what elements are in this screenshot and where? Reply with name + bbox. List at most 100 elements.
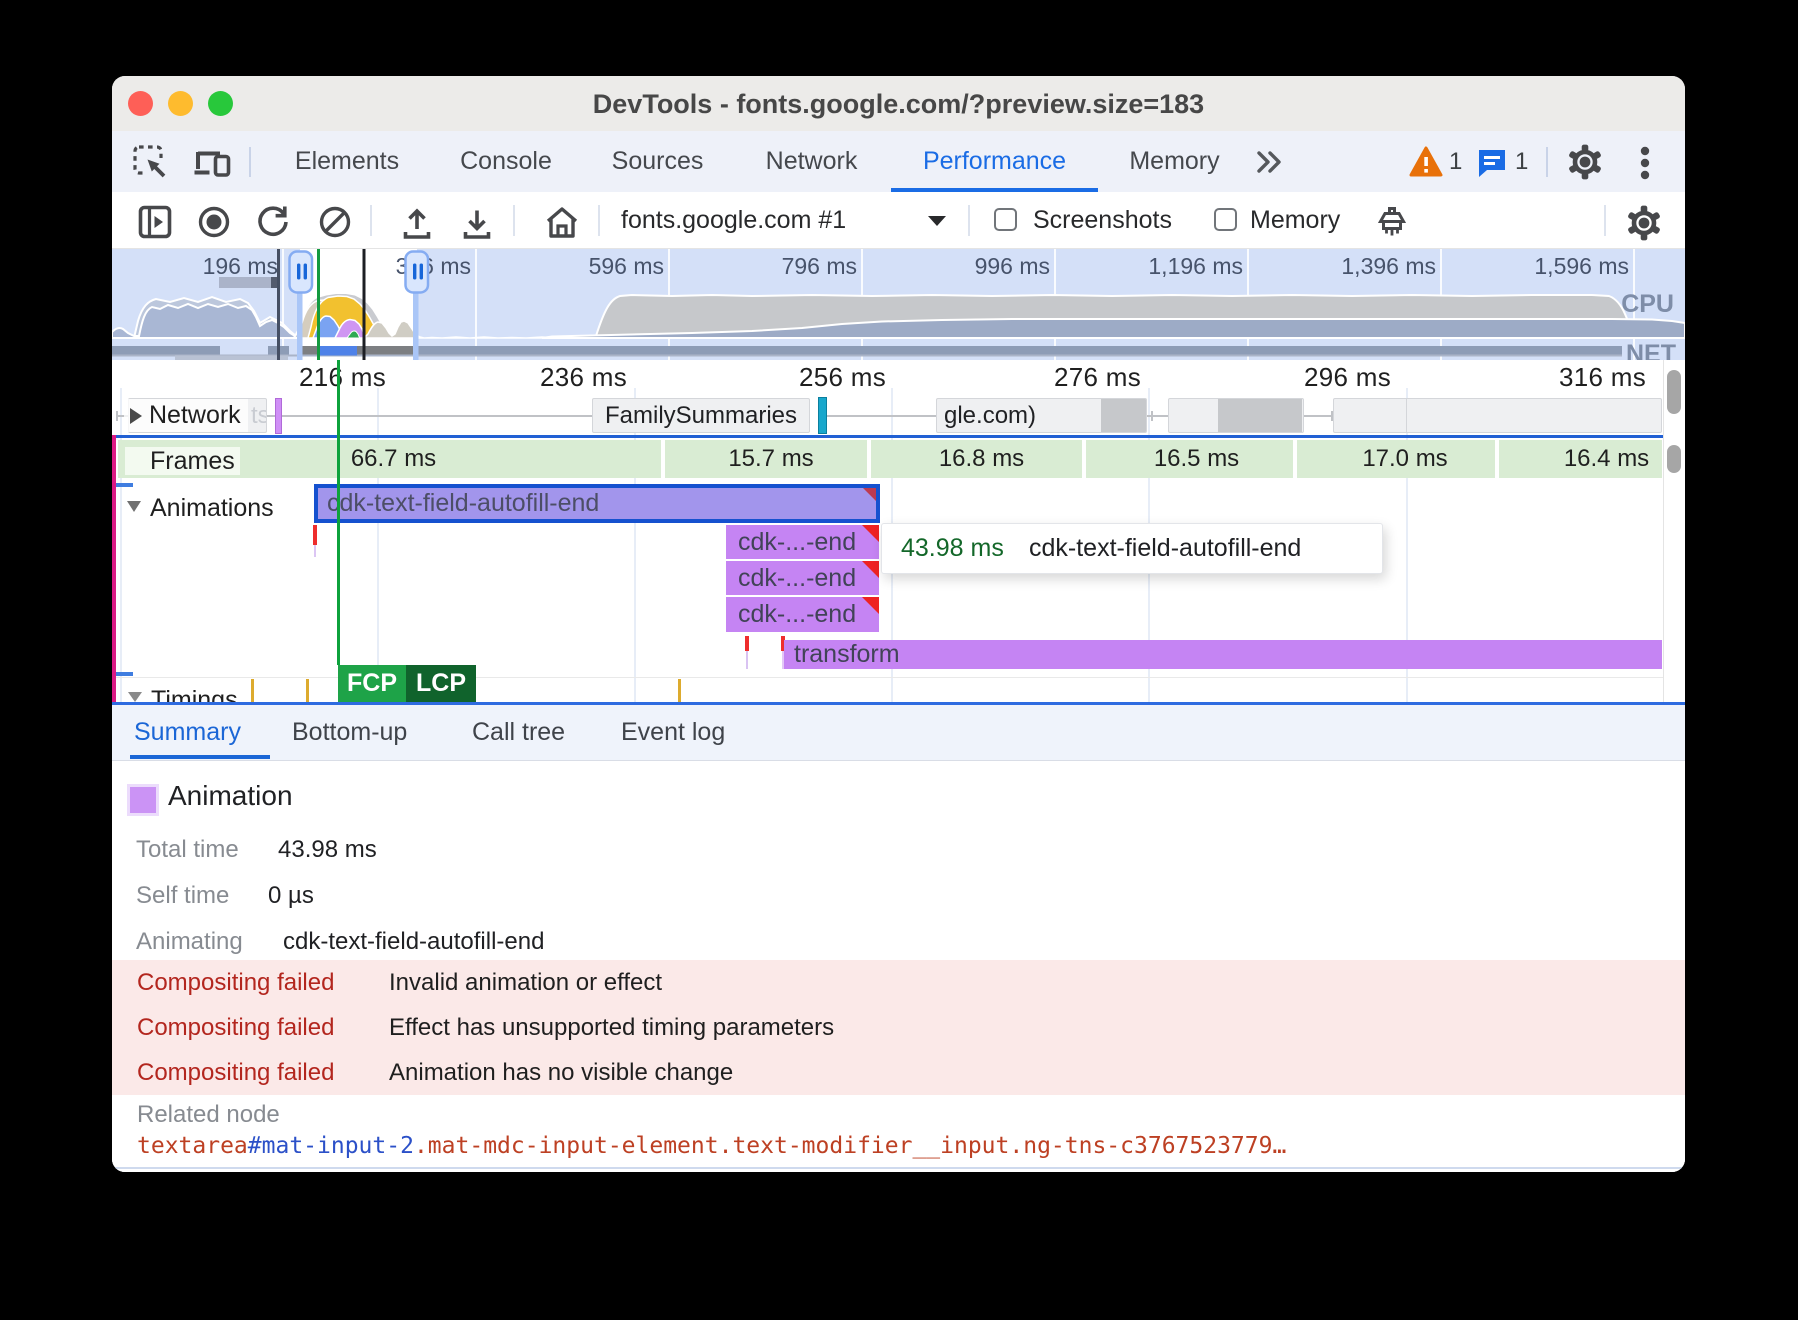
tab-call-tree[interactable]: Call tree: [472, 705, 565, 758]
animation-bar-selected[interactable]: cdk-text-field-autofill-end: [314, 484, 880, 523]
related-node-label: Related node: [137, 1101, 280, 1129]
animations-track-title[interactable]: Animations: [150, 494, 274, 523]
scrollbar-gutter-border: [1663, 360, 1664, 702]
warning-label: Compositing failed: [137, 1005, 334, 1050]
clear-icon[interactable]: [318, 205, 352, 244]
ruler-tick-label: 276 ms: [1011, 362, 1141, 393]
navigation-marker-line: [112, 435, 116, 702]
node-tag: textarea: [137, 1133, 248, 1159]
timeline-ruler: 216 ms 236 ms 256 ms 276 ms 296 ms 316 m…: [112, 360, 1663, 396]
toggle-sidebar-icon[interactable]: [138, 205, 172, 244]
track-collapse-arrow-icon[interactable]: [127, 406, 144, 431]
tooltip-duration: 43.98 ms: [901, 534, 1004, 563]
record-icon[interactable]: [197, 205, 231, 244]
animation-bar[interactable]: cdk-...-end: [726, 597, 879, 632]
home-icon[interactable]: [543, 205, 581, 246]
summary-heading: Animation: [168, 780, 293, 812]
tab-performance[interactable]: Performance: [891, 131, 1098, 192]
tab-event-log[interactable]: Event log: [621, 705, 725, 758]
request-tick-cyan: [818, 397, 827, 434]
warning-label: Compositing failed: [137, 960, 334, 1005]
warning-label: Compositing failed: [137, 1050, 334, 1095]
dropdown-arrow-icon[interactable]: [926, 214, 948, 233]
memory-checkbox[interactable]: [1214, 208, 1237, 231]
reload-icon[interactable]: [255, 205, 291, 244]
network-request-bar[interactable]: [1333, 398, 1662, 433]
network-track-title[interactable]: Network: [149, 401, 241, 430]
ruler-tick-label: 296 ms: [1261, 362, 1391, 393]
timeline-overview[interactable]: 196 ms 396 ms 596 ms 796 ms 996 ms 1,196…: [112, 249, 1685, 360]
divider: [1604, 205, 1606, 236]
warning-description: Animation has no visible change: [389, 1050, 733, 1095]
devtools-tab-bar: Elements Console Sources Network Perform…: [112, 131, 1685, 192]
tab-network[interactable]: Network: [757, 131, 866, 192]
tab-memory[interactable]: Memory: [1120, 131, 1229, 192]
window-bottom-edge: [112, 1167, 1685, 1169]
screenshots-label[interactable]: Screenshots: [1033, 192, 1172, 248]
summary-row-label: Self time: [136, 882, 229, 910]
related-node-link[interactable]: textarea#mat-input-2.mat-mdc-input-eleme…: [137, 1133, 1286, 1159]
message-icon[interactable]: [1476, 147, 1508, 184]
animation-bar[interactable]: cdk-...-end: [726, 525, 879, 559]
animation-event-stem: [746, 651, 748, 669]
divider: [1546, 147, 1548, 177]
node-id: #mat-input-2: [248, 1133, 414, 1159]
tab-bottom-up[interactable]: Bottom-up: [292, 705, 407, 758]
divider: [968, 205, 970, 236]
animation-event-tick: [745, 636, 749, 651]
tab-summary[interactable]: Summary: [134, 705, 241, 758]
frame-cell[interactable]: 16.4 ms: [1499, 440, 1662, 478]
frame-cell[interactable]: 16.5 ms: [1086, 440, 1293, 478]
divider: [370, 205, 372, 236]
timestamp-tick: [678, 679, 681, 702]
compositing-failed-corner: [863, 488, 876, 501]
more-tabs-icon[interactable]: [1253, 147, 1287, 182]
warning-description: Effect has unsupported timing parameters: [389, 1005, 834, 1050]
tooltip-name: cdk-text-field-autofill-end: [1029, 534, 1301, 563]
message-count: 1: [1515, 131, 1528, 192]
network-request-bar[interactable]: [1168, 398, 1304, 433]
animation-event-stem: [314, 545, 316, 557]
scrollbar-thumb[interactable]: [1667, 370, 1681, 414]
network-request-bar[interactable]: FamilySummaries: [592, 398, 810, 433]
node-classes: .mat-mdc-input-element.text-modifier__in…: [414, 1133, 1286, 1159]
memory-label[interactable]: Memory: [1250, 192, 1340, 248]
tab-sources[interactable]: Sources: [604, 131, 711, 192]
settings-gear-icon[interactable]: [1567, 144, 1603, 185]
kebab-menu-icon[interactable]: [1638, 146, 1652, 185]
garbage-collect-icon[interactable]: [1374, 205, 1410, 246]
network-track: ts Network FamilySummaries gle.com): [112, 396, 1663, 435]
ruler-tick-label: 316 ms: [1516, 362, 1646, 393]
animation-bar-transform[interactable]: transform: [784, 640, 1662, 669]
capture-settings-gear-icon[interactable]: [1626, 205, 1662, 246]
request-download-segment: [1218, 398, 1302, 433]
warning-count: 1: [1449, 131, 1462, 192]
screenshots-checkbox[interactable]: [994, 208, 1017, 231]
track-splitter[interactable]: [112, 435, 1663, 438]
selection-handles[interactable]: [112, 249, 1685, 360]
device-toolbar-icon[interactable]: [192, 144, 232, 187]
animation-color-swatch: [130, 787, 156, 813]
summary-view: Animation Total time 43.98 ms Self time …: [112, 760, 1685, 1172]
upload-icon[interactable]: [398, 205, 436, 246]
scrollbar-thumb[interactable]: [1667, 445, 1681, 473]
inspect-icon[interactable]: [132, 144, 170, 187]
warning-icon[interactable]: [1409, 146, 1443, 183]
frame-cell[interactable]: 16.8 ms: [871, 440, 1082, 478]
download-icon[interactable]: [458, 205, 496, 246]
network-request-bar[interactable]: gle.com): [936, 398, 1147, 433]
timestamp-tick: [251, 679, 254, 702]
frames-track-title[interactable]: Frames: [150, 447, 235, 476]
target-selector[interactable]: fonts.google.com #1: [621, 192, 846, 248]
animation-bar[interactable]: cdk-...-end: [726, 561, 879, 595]
tab-elements[interactable]: Elements: [288, 131, 406, 192]
window-title: DevTools - fonts.google.com/?preview.siz…: [112, 76, 1685, 131]
warning-description: Invalid animation or effect: [389, 960, 662, 1005]
fcp-marker-badge[interactable]: FCP: [338, 665, 406, 702]
lcp-marker-badge[interactable]: LCP: [406, 665, 476, 702]
frame-cell[interactable]: 17.0 ms: [1297, 440, 1495, 478]
frame-cell[interactable]: 15.7 ms: [665, 440, 867, 478]
tab-console[interactable]: Console: [450, 131, 562, 192]
track-expand-arrow-icon[interactable]: [126, 499, 142, 518]
devtools-window: DevTools - fonts.google.com/?preview.siz…: [112, 76, 1685, 1172]
